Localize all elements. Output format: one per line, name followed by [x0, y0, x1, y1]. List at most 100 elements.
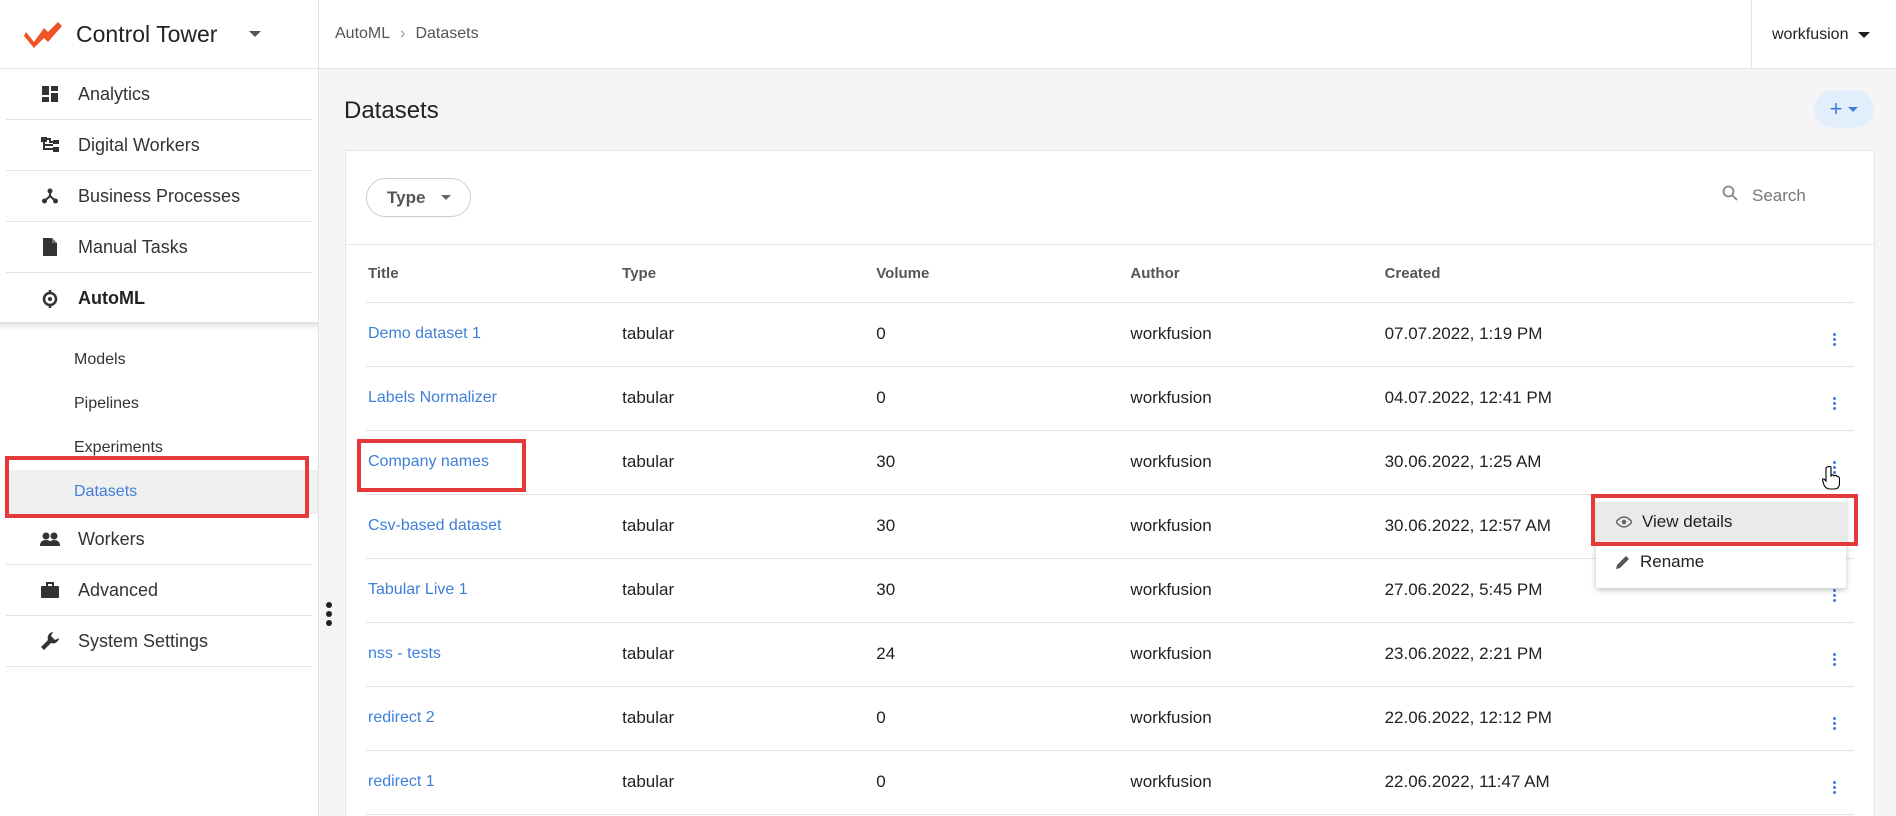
sidebar-item-analytics[interactable]: Analytics — [6, 69, 312, 120]
sidebar-item-label: Workers — [78, 528, 145, 549]
cell-created: 22.06.2022, 11:47 AM — [1382, 750, 1813, 815]
column-header-author[interactable]: Author — [1128, 246, 1383, 303]
highlight-box-view-details — [1591, 494, 1858, 546]
more-vertical-icon[interactable] — [1832, 332, 1836, 347]
cell-title[interactable]: Demo dataset 1 — [366, 302, 621, 367]
column-header-title[interactable]: Title — [366, 246, 621, 303]
cell-created: 30.06.2022, 1:25 AM — [1382, 430, 1813, 495]
plus-icon: + — [1829, 96, 1843, 121]
column-header-type[interactable]: Type — [620, 246, 875, 303]
cell-volume: 30 — [874, 494, 1129, 559]
table-row[interactable]: redirect 1 tabular 0 workfusion 22.06.2022, … — [366, 750, 1854, 815]
table-row[interactable]: Demo dataset 1 tabular 0 workfusion 07.07.20… — [366, 302, 1854, 367]
add-dataset-button[interactable]: + — [1814, 90, 1874, 128]
sidebar-item-system-settings[interactable]: System Settings — [6, 616, 312, 667]
type-filter-dropdown[interactable]: Type — [366, 178, 471, 217]
sidebar-item-automl[interactable]: AutoML — [6, 273, 312, 324]
sidebar-subitem-pipelines[interactable]: Pipelines — [0, 382, 318, 426]
column-header-created[interactable]: Created — [1382, 246, 1813, 303]
cell-title[interactable]: Csv-based dataset — [366, 494, 621, 559]
sidebar-item-business-processes[interactable]: Business Processes — [6, 171, 312, 222]
cell-author: workfusion — [1128, 302, 1383, 367]
sidebar-item-workers[interactable]: Workers — [6, 514, 312, 565]
people-icon — [36, 525, 64, 553]
sidebar: Control Tower Analytics Digital Workers … — [0, 0, 319, 816]
table-row[interactable]: redirect 2 tabular 0 workfusion 22.06.2022, … — [366, 686, 1854, 751]
column-header-volume[interactable]: Volume — [874, 246, 1129, 303]
more-vertical-icon[interactable] — [1832, 588, 1836, 603]
cell-title[interactable]: Labels Normalizer — [366, 366, 621, 431]
search-input[interactable]: Search — [1722, 185, 1806, 206]
search-icon — [1722, 185, 1738, 206]
page-title: Datasets — [344, 97, 439, 124]
cell-author: workfusion — [1128, 558, 1383, 623]
chevron-down-icon — [1858, 31, 1871, 38]
more-vertical-icon[interactable] — [1832, 716, 1836, 731]
row-actions-cell — [1812, 750, 1854, 815]
cell-type: tabular — [620, 750, 875, 815]
rename-label: Rename — [1640, 552, 1705, 571]
sidebar-item-manual-tasks[interactable]: Manual Tasks — [6, 222, 312, 273]
process-icon — [36, 182, 64, 210]
chevron-right-icon: › — [400, 25, 406, 42]
workfusion-logo-icon — [24, 22, 62, 48]
cell-type: tabular — [620, 558, 875, 623]
more-vertical-icon[interactable] — [1832, 652, 1836, 667]
cell-volume: 0 — [874, 302, 1129, 367]
cell-title[interactable]: Tabular Live 1 — [366, 558, 621, 623]
briefcase-icon — [36, 576, 64, 604]
sidebar-item-advanced[interactable]: Advanced — [6, 565, 312, 616]
chevron-down-icon — [249, 31, 262, 37]
cell-type: tabular — [620, 366, 875, 431]
rename-menu-item[interactable]: Rename — [1596, 542, 1846, 582]
cell-volume: 0 — [874, 366, 1129, 431]
table-row[interactable]: Company names tabular 30 workfusion 30.06.20… — [366, 430, 1854, 495]
breadcrumb: AutoML › Datasets — [319, 25, 479, 43]
cell-author: workfusion — [1128, 750, 1383, 815]
column-header-actions — [1812, 246, 1854, 303]
more-vertical-icon[interactable] — [1832, 396, 1836, 411]
user-name: workfusion — [1772, 25, 1849, 43]
sidebar-item-label: System Settings — [78, 630, 209, 651]
breadcrumb-automl[interactable]: AutoML — [335, 25, 390, 43]
cell-type: tabular — [620, 430, 875, 495]
cell-title[interactable]: redirect 2 — [366, 686, 621, 751]
sidebar-subitem-models[interactable]: Models — [0, 338, 318, 382]
hierarchy-icon — [36, 131, 64, 159]
sidebar-item-label: Analytics — [78, 83, 151, 104]
sidebar-item-label: AutoML — [78, 288, 145, 308]
app-switcher[interactable]: Control Tower — [0, 0, 318, 69]
cell-volume: 30 — [874, 558, 1129, 623]
cell-title[interactable]: nss - tests — [366, 622, 621, 687]
document-icon — [36, 233, 64, 261]
cell-created: 04.07.2022, 12:41 PM — [1382, 366, 1813, 431]
chevron-down-icon — [441, 195, 452, 200]
highlight-box-company-names — [357, 439, 526, 492]
row-actions-cell — [1812, 302, 1854, 367]
cell-volume: 24 — [874, 622, 1129, 687]
cell-title[interactable]: redirect 1 — [366, 750, 621, 815]
table-header-row: Title Type Volume Author Created — [366, 246, 1854, 303]
automl-icon — [36, 285, 64, 313]
user-menu[interactable]: workfusion — [1751, 0, 1896, 69]
table-row[interactable]: Labels Normalizer tabular 0 workfusion 04.07… — [366, 366, 1854, 431]
cell-created: 22.06.2022, 12:12 PM — [1382, 686, 1813, 751]
highlight-box-datasets-nav — [5, 456, 309, 518]
more-vertical-icon[interactable] — [1832, 780, 1836, 795]
top-bar: AutoML › Datasets workfusion — [319, 0, 1896, 69]
chevron-down-icon — [1848, 106, 1859, 112]
sidebar-item-label: Advanced — [78, 579, 159, 600]
cell-author: workfusion — [1128, 366, 1383, 431]
type-filter-label: Type — [387, 187, 426, 207]
breadcrumb-datasets: Datasets — [415, 25, 479, 42]
cell-author: workfusion — [1128, 430, 1383, 495]
sidebar-item-digital-workers[interactable]: Digital Workers — [6, 120, 312, 171]
cell-type: tabular — [620, 686, 875, 751]
cell-type: tabular — [620, 302, 875, 367]
cell-type: tabular — [620, 622, 875, 687]
cell-author: workfusion — [1128, 622, 1383, 687]
cell-author: workfusion — [1128, 686, 1383, 751]
resize-handle[interactable] — [326, 602, 334, 629]
table-row[interactable]: nss - tests tabular 24 workfusion 23.06.2022… — [366, 622, 1854, 687]
sidebar-item-label: Manual Tasks — [78, 236, 188, 257]
